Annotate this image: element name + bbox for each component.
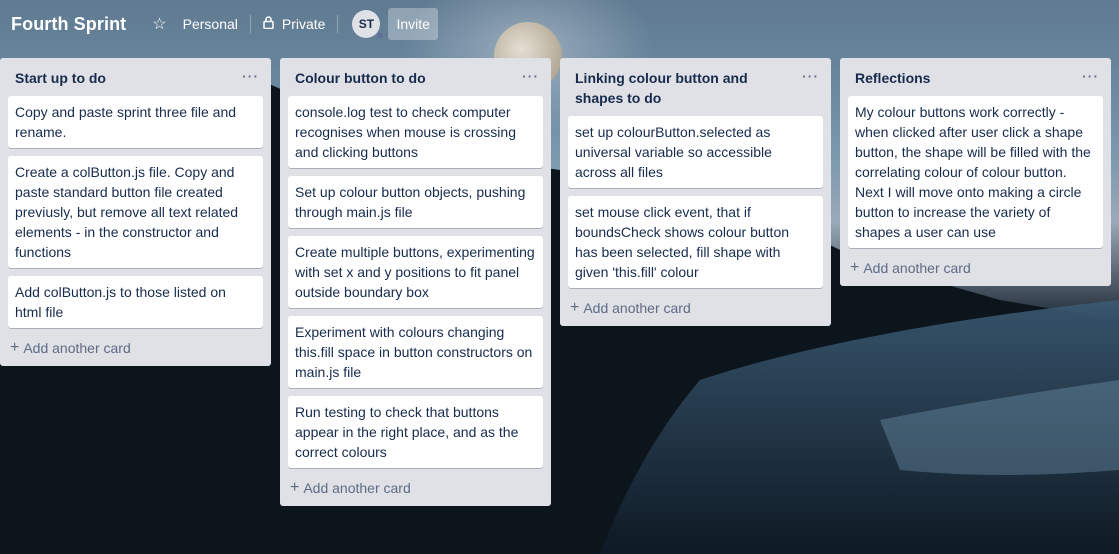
member-badge-icon: ≈: [378, 31, 383, 40]
list-title[interactable]: Reflections: [855, 68, 930, 88]
visibility-button[interactable]: Private: [253, 8, 336, 40]
list-colour-button-to-do: Colour button to do ··· console.log test…: [280, 58, 551, 506]
card[interactable]: set mouse click event, that if boundsChe…: [568, 196, 823, 288]
add-card-button[interactable]: + Add another card: [0, 336, 271, 366]
ellipsis-icon[interactable]: ···: [798, 68, 823, 84]
team-button[interactable]: Personal: [173, 8, 248, 40]
member-initials: ST: [358, 17, 375, 31]
header-divider: [337, 15, 339, 33]
card-list: set up colourButton.selected as universa…: [560, 112, 831, 288]
add-card-button[interactable]: + Add another card: [560, 296, 831, 326]
plus-icon: +: [570, 299, 580, 316]
header-divider: [249, 15, 251, 33]
card[interactable]: Create multiple buttons, experimenting w…: [288, 236, 543, 308]
team-label: Personal: [182, 16, 238, 32]
board-header: Fourth Sprint ☆ Personal Private ST ≈ In…: [0, 0, 1119, 48]
board-title[interactable]: Fourth Sprint: [11, 14, 126, 35]
add-card-label: Add another card: [863, 260, 971, 276]
card-list: console.log test to check computer recog…: [280, 92, 551, 468]
visibility-label: Private: [281, 16, 326, 32]
card[interactable]: Set up colour button objects, pushing th…: [288, 176, 543, 228]
list-header: Reflections ···: [840, 58, 1111, 92]
ellipsis-icon[interactable]: ···: [1078, 68, 1103, 84]
ellipsis-icon[interactable]: ···: [238, 68, 263, 84]
add-card-label: Add another card: [23, 340, 131, 356]
list-header: Linking colour button and shapes to do ·…: [560, 58, 831, 112]
card[interactable]: set up colourButton.selected as universa…: [568, 116, 823, 188]
plus-icon: +: [850, 259, 860, 276]
star-button[interactable]: ☆: [146, 8, 172, 40]
list-reflections: Reflections ··· My colour buttons work c…: [840, 58, 1111, 286]
list-start-up-to-do: Start up to do ··· Copy and paste sprint…: [0, 58, 271, 366]
list-linking-colour-button: Linking colour button and shapes to do ·…: [560, 58, 831, 326]
lock-icon: [263, 16, 274, 32]
card[interactable]: Create a colButton.js file. Copy and pas…: [8, 156, 263, 268]
card-list: Copy and paste sprint three file and ren…: [0, 92, 271, 328]
ellipsis-icon[interactable]: ···: [518, 68, 543, 84]
plus-icon: +: [10, 339, 20, 356]
card[interactable]: Experiment with colours changing this.fi…: [288, 316, 543, 388]
list-title[interactable]: Colour button to do: [295, 68, 426, 88]
plus-icon: +: [290, 479, 300, 496]
add-card-button[interactable]: + Add another card: [280, 476, 551, 506]
list-header: Start up to do ···: [0, 58, 271, 92]
add-card-label: Add another card: [303, 480, 411, 496]
card-list: My colour buttons work correctly - when …: [840, 92, 1111, 248]
card[interactable]: Run testing to check that buttons appear…: [288, 396, 543, 468]
list-title[interactable]: Start up to do: [15, 68, 106, 88]
member-avatar[interactable]: ST ≈: [352, 10, 383, 40]
invite-button[interactable]: Invite: [388, 8, 438, 40]
card[interactable]: Add colButton.js to those listed on html…: [8, 276, 263, 328]
star-icon: ☆: [152, 16, 167, 33]
card[interactable]: Copy and paste sprint three file and ren…: [8, 96, 263, 148]
lock-icon-svg: [263, 16, 274, 30]
list-header: Colour button to do ···: [280, 58, 551, 92]
add-card-label: Add another card: [583, 300, 691, 316]
card[interactable]: My colour buttons work correctly - when …: [848, 96, 1103, 248]
add-card-button[interactable]: + Add another card: [840, 256, 1111, 286]
card[interactable]: console.log test to check computer recog…: [288, 96, 543, 168]
list-title[interactable]: Linking colour button and shapes to do: [575, 68, 775, 108]
